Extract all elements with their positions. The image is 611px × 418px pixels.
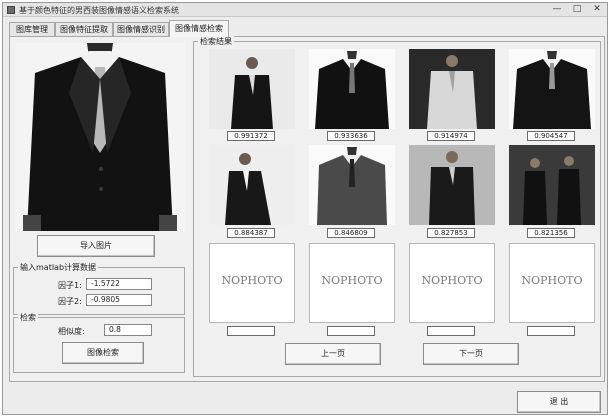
prev-page-button[interactable]: 上一页 <box>285 343 381 365</box>
search-group: 检索 相似度: 0.8 图像检索 <box>13 312 185 373</box>
result-image-12[interactable]: NOPHOTO <box>509 243 595 323</box>
title-bar: 基于颜色特征的男西装图像情感语义检索系统 — □ ✕ <box>3 3 607 17</box>
result-score-11 <box>427 326 475 336</box>
nophoto-placeholder: NOPHOTO <box>521 274 583 287</box>
result-score-9 <box>227 326 275 336</box>
result-score-1: 0.991372 <box>227 131 275 141</box>
close-icon[interactable]: ✕ <box>589 4 605 15</box>
tab-emotion-retrieval[interactable]: 图像情感检索 <box>169 20 229 37</box>
result-image-3[interactable] <box>409 49 495 129</box>
query-image-preview <box>15 43 185 231</box>
tab-feature-extraction[interactable]: 图像特征提取 <box>55 22 113 36</box>
window-title: 基于颜色特征的男西装图像情感语义检索系统 <box>19 6 179 15</box>
result-image-8[interactable] <box>509 145 595 225</box>
result-score-6: 0.846809 <box>327 228 375 238</box>
result-image-1[interactable] <box>209 49 295 129</box>
nophoto-placeholder: NOPHOTO <box>421 274 483 287</box>
next-page-button[interactable]: 下一页 <box>423 343 519 365</box>
result-score-5: 0.884387 <box>227 228 275 238</box>
result-image-10[interactable]: NOPHOTO <box>309 243 395 323</box>
result-score-4: 0.904547 <box>527 131 575 141</box>
app-icon <box>7 6 15 14</box>
result-score-10 <box>327 326 375 336</box>
import-image-button[interactable]: 导入图片 <box>37 235 155 257</box>
minimize-icon[interactable]: — <box>549 4 565 15</box>
result-image-6[interactable] <box>309 145 395 225</box>
result-score-7: 0.827853 <box>427 228 475 238</box>
image-search-button[interactable]: 图像检索 <box>62 342 144 364</box>
factor1-field[interactable]: -1.5722 <box>86 278 152 290</box>
factor2-field[interactable]: -0.9805 <box>86 294 152 306</box>
similarity-field[interactable]: 0.8 <box>104 324 152 336</box>
result-image-11[interactable]: NOPHOTO <box>409 243 495 323</box>
result-score-8: 0.821356 <box>527 228 575 238</box>
maximize-icon[interactable]: □ <box>569 4 585 15</box>
results-group-legend: 检索结果 <box>198 36 234 47</box>
result-score-3: 0.914974 <box>427 131 475 141</box>
result-image-2[interactable] <box>309 49 395 129</box>
result-image-4[interactable] <box>509 49 595 129</box>
exit-button[interactable]: 退 出 <box>517 391 601 413</box>
factor2-label: 因子2: <box>58 297 82 306</box>
result-image-5[interactable] <box>209 145 295 225</box>
result-image-9[interactable]: NOPHOTO <box>209 243 295 323</box>
nophoto-placeholder: NOPHOTO <box>221 274 283 287</box>
app-window: 基于颜色特征的男西装图像情感语义检索系统 — □ ✕ 图库管理 图像特征提取 图… <box>2 2 608 415</box>
tab-gallery-management[interactable]: 图库管理 <box>9 22 55 36</box>
result-score-12 <box>527 326 575 336</box>
factor1-label: 因子1: <box>58 281 82 290</box>
matlab-group-legend: 输入matlab计算数据 <box>18 262 99 273</box>
nophoto-placeholder: NOPHOTO <box>321 274 383 287</box>
search-group-legend: 检索 <box>18 312 38 323</box>
tab-emotion-recognition[interactable]: 图像情感识别 <box>113 22 169 36</box>
matlab-input-group: 输入matlab计算数据 因子1: -1.5722 因子2: -0.9805 <box>13 262 185 315</box>
similarity-label: 相似度: <box>58 327 85 336</box>
result-score-2: 0.933636 <box>327 131 375 141</box>
result-image-7[interactable] <box>409 145 495 225</box>
